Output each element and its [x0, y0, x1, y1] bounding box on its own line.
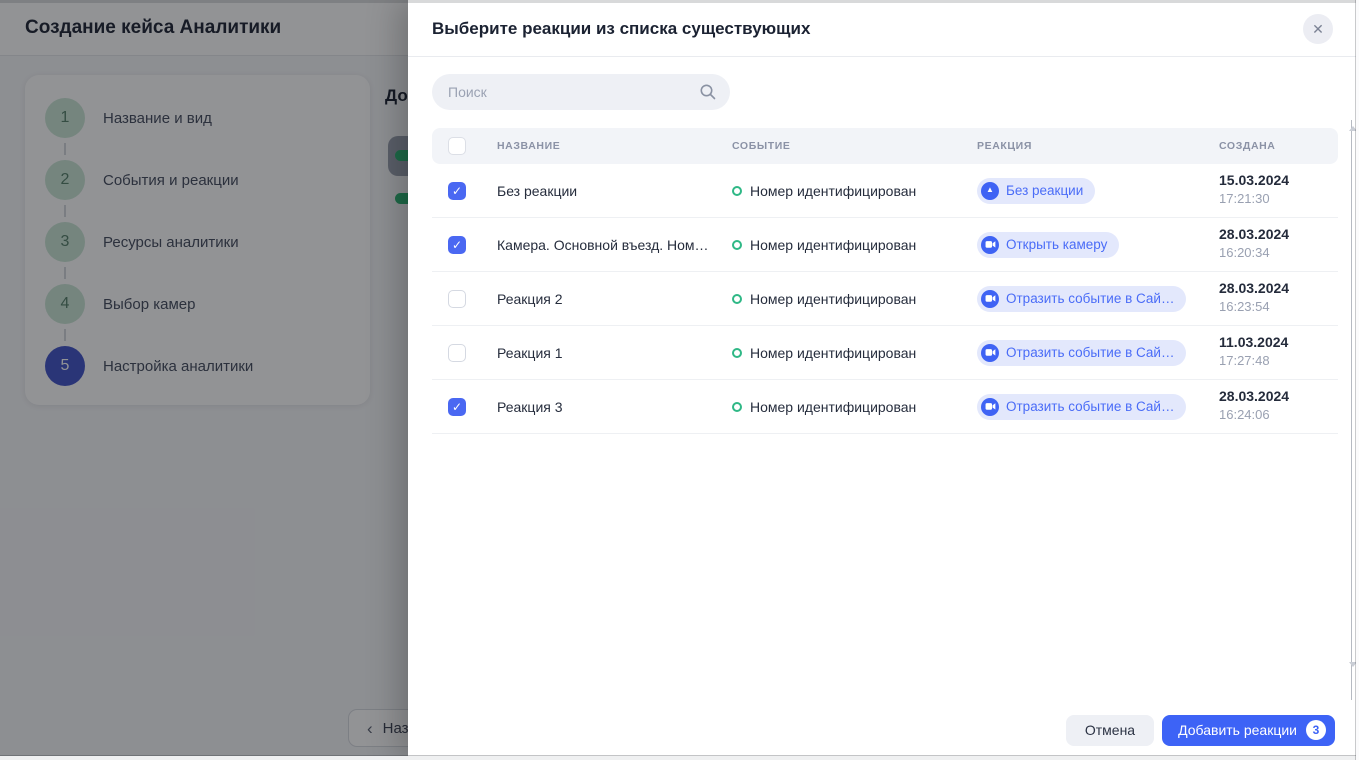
created-time: 17:27:48 [1219, 353, 1288, 368]
reaction-badge: ▲ Без реакции [977, 178, 1095, 204]
modal-footer: Отмена Добавить реакции 3 [408, 700, 1359, 760]
reaction-label: Открыть камеру [1006, 237, 1107, 252]
cancel-button[interactable]: Отмена [1066, 715, 1154, 746]
created-time: 16:23:54 [1219, 299, 1289, 314]
reaction-label: Отразить событие в Сай… [1006, 399, 1174, 414]
reaction-name: Реакция 1 [497, 326, 563, 379]
event-name: Номер идентифицирован [750, 345, 916, 361]
camera-icon [985, 402, 996, 411]
created-cell: 28.03.2024 16:20:34 [1219, 226, 1289, 260]
created-cell: 28.03.2024 16:23:54 [1219, 280, 1289, 314]
event-cell: Номер идентифицирован [732, 218, 916, 271]
created-time: 16:20:34 [1219, 245, 1289, 260]
reaction-cell: ▲ Без реакции [977, 164, 1095, 217]
event-status-icon [732, 402, 742, 412]
created-time: 17:21:30 [1219, 191, 1289, 206]
search-field [432, 74, 730, 110]
event-name: Номер идентифицирован [750, 237, 916, 253]
column-header-reaction[interactable]: РЕАКЦИЯ [977, 140, 1032, 152]
event-cell: Номер идентифицирован [732, 164, 916, 217]
select-reactions-modal: Выберите реакции из списка существующих … [408, 0, 1359, 760]
camera-icon [985, 240, 996, 249]
reaction-label: Отразить событие в Сай… [1006, 345, 1174, 360]
created-date: 28.03.2024 [1219, 226, 1289, 242]
camera-icon: ▲ [981, 236, 999, 254]
table-row[interactable]: ✓ Реакция 1 Номер идентифицирован ▲ Отра… [432, 326, 1338, 380]
column-header-created[interactable]: СОЗДАНА [1219, 140, 1276, 152]
event-cell: Номер идентифицирован [732, 380, 916, 433]
created-cell: 11.03.2024 17:27:48 [1219, 334, 1288, 368]
camera-icon: ▲ [981, 290, 999, 308]
created-date: 11.03.2024 [1219, 334, 1288, 350]
window-top-edge [0, 0, 1359, 3]
event-cell: Номер идентифицирован [732, 326, 916, 379]
table-row[interactable]: ✓ Без реакции Номер идентифицирован ▲ Бе… [432, 164, 1338, 218]
warning-triangle-icon: ▲ [981, 182, 999, 200]
row-checkbox[interactable]: ✓ [448, 236, 466, 254]
reaction-cell: ▲ Открыть камеру [977, 218, 1119, 271]
table-row[interactable]: ✓ Реакция 3 Номер идентифицирован ▲ Отра… [432, 380, 1338, 434]
table-header-row: ✓ НАЗВАНИЕ СОБЫТИЕ РЕАКЦИЯ СОЗДАНА [432, 128, 1338, 164]
screen: Создание кейса Аналитики 1 Название и ви… [0, 0, 1359, 760]
event-name: Номер идентифицирован [750, 399, 916, 415]
check-icon: ✓ [452, 185, 462, 197]
camera-icon [985, 348, 996, 357]
camera-icon: ▲ [981, 344, 999, 362]
add-reactions-button[interactable]: Добавить реакции 3 [1162, 715, 1335, 746]
column-header-event[interactable]: СОБЫТИЕ [732, 140, 790, 152]
close-button[interactable]: ✕ [1303, 14, 1333, 44]
search-input[interactable] [432, 74, 730, 110]
table-row[interactable]: ✓ Реакция 2 Номер идентифицирован ▲ Отра… [432, 272, 1338, 326]
created-date: 28.03.2024 [1219, 388, 1289, 404]
search-icon [699, 83, 717, 101]
table-body: ✓ Без реакции Номер идентифицирован ▲ Бе… [432, 164, 1338, 434]
select-all-checkbox[interactable]: ✓ [448, 137, 466, 155]
reaction-badge: ▲ Открыть камеру [977, 232, 1119, 258]
created-cell: 28.03.2024 16:24:06 [1219, 388, 1289, 422]
warning-triangle-icon: ▲ [986, 186, 994, 194]
reaction-cell: ▲ Отразить событие в Сай… [977, 326, 1186, 379]
modal-scrollbar[interactable] [1351, 120, 1352, 700]
reaction-badge: ▲ Отразить событие в Сай… [977, 340, 1186, 366]
created-date: 28.03.2024 [1219, 280, 1289, 296]
window-bottom-strip [0, 756, 1359, 760]
reaction-name: Реакция 2 [497, 272, 563, 325]
add-reactions-label: Добавить реакции [1178, 722, 1297, 738]
reaction-cell: ▲ Отразить событие в Сай… [977, 272, 1186, 325]
check-icon: ✓ [452, 239, 462, 251]
camera-icon: ▲ [981, 398, 999, 416]
row-checkbox[interactable]: ✓ [448, 290, 466, 308]
column-header-name[interactable]: НАЗВАНИЕ [497, 140, 560, 152]
row-checkbox[interactable]: ✓ [448, 182, 466, 200]
event-status-icon [732, 186, 742, 196]
row-checkbox[interactable]: ✓ [448, 398, 466, 416]
reactions-table: ✓ НАЗВАНИЕ СОБЫТИЕ РЕАКЦИЯ СОЗДАНА ✓ Без… [432, 128, 1338, 434]
reaction-name: Реакция 3 [497, 380, 563, 433]
camera-icon [985, 294, 996, 303]
event-name: Номер идентифицирован [750, 183, 916, 199]
row-checkbox[interactable]: ✓ [448, 344, 466, 362]
event-status-icon [732, 240, 742, 250]
modal-title: Выберите реакции из списка существующих [432, 0, 810, 57]
created-date: 15.03.2024 [1219, 172, 1289, 188]
modal-header: Выберите реакции из списка существующих … [408, 0, 1359, 57]
event-cell: Номер идентифицирован [732, 272, 916, 325]
reaction-name: Без реакции [497, 164, 577, 217]
reaction-label: Без реакции [1006, 183, 1083, 198]
reaction-badge: ▲ Отразить событие в Сай… [977, 394, 1186, 420]
event-name: Номер идентифицирован [750, 291, 916, 307]
reaction-label: Отразить событие в Сай… [1006, 291, 1174, 306]
reaction-badge: ▲ Отразить событие в Сай… [977, 286, 1186, 312]
table-row[interactable]: ✓ Камера. Основной въезд. Ном… Номер иде… [432, 218, 1338, 272]
check-icon: ✓ [452, 401, 462, 413]
reaction-name: Камера. Основной въезд. Ном… [497, 218, 709, 271]
event-status-icon [732, 294, 742, 304]
selected-count-badge: 3 [1306, 720, 1326, 740]
reaction-cell: ▲ Отразить событие в Сай… [977, 380, 1186, 433]
close-icon: ✕ [1312, 21, 1324, 38]
created-time: 16:24:06 [1219, 407, 1289, 422]
event-status-icon [732, 348, 742, 358]
created-cell: 15.03.2024 17:21:30 [1219, 172, 1289, 206]
